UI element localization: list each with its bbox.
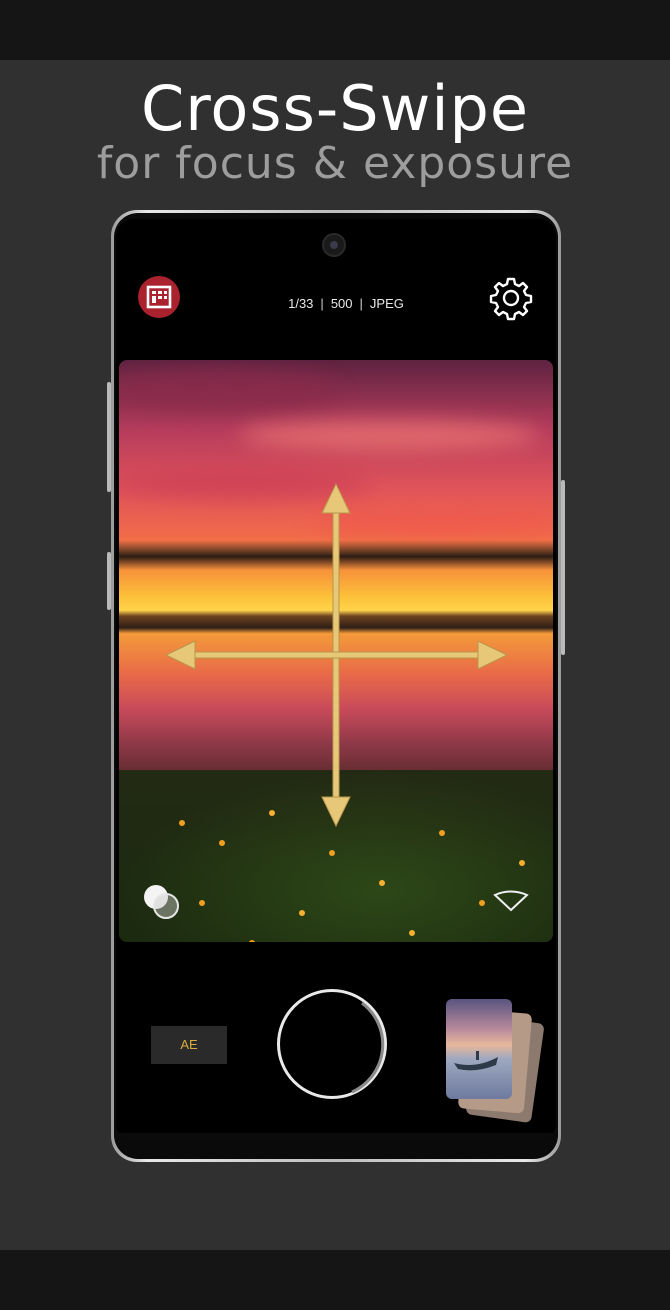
front-camera: [322, 233, 346, 257]
volume-button: [107, 382, 111, 492]
home-bar: [116, 1133, 556, 1141]
phone-screen: 1/33 | 500 | JPEG AE: [116, 219, 556, 1141]
chevron-down-icon[interactable]: [493, 886, 529, 914]
separator: |: [320, 296, 324, 311]
promo-title: Cross-Swipe: [140, 72, 530, 145]
filmic-logo-icon[interactable]: [138, 276, 180, 318]
file-format: JPEG: [369, 296, 404, 311]
gear-icon[interactable]: [488, 275, 534, 321]
cross-arrows-icon: [164, 482, 509, 828]
bixby-button: [107, 552, 111, 610]
capture-settings-readout[interactable]: 1/33 | 500 | JPEG: [256, 296, 436, 311]
separator: |: [359, 296, 363, 311]
ae-button[interactable]: AE: [151, 1026, 227, 1064]
last-photo-thumbnail: [446, 999, 512, 1099]
shutter-speed: 1/33: [288, 296, 314, 311]
camera-viewfinder[interactable]: [119, 360, 553, 942]
iso-value: 500: [330, 296, 353, 311]
top-band: [0, 0, 670, 60]
overlapping-circles-icon[interactable]: [141, 882, 181, 922]
promo-subtitle: for focus & exposure: [96, 138, 574, 189]
shutter-button[interactable]: [277, 989, 387, 1099]
bottom-band: [0, 1250, 670, 1310]
gallery-thumbnail[interactable]: [446, 999, 546, 1124]
power-button: [561, 480, 565, 655]
